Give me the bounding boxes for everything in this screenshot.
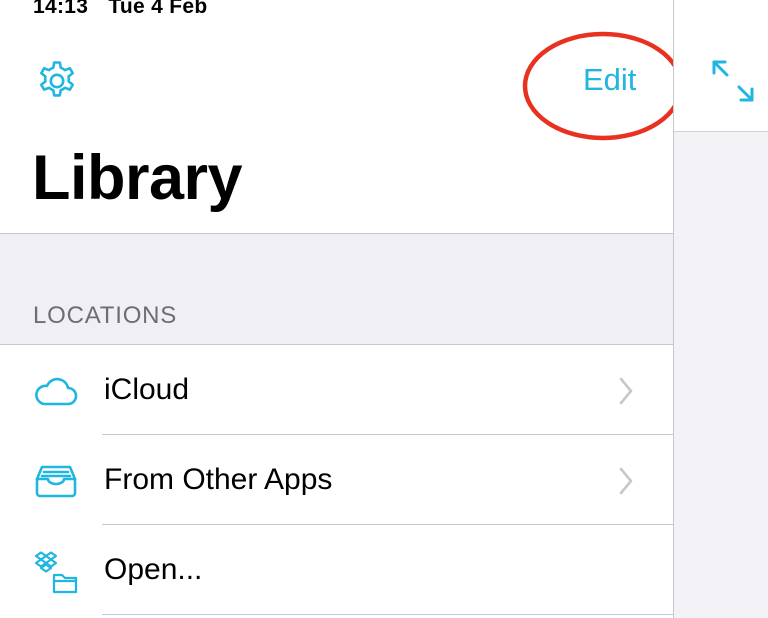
edit-button[interactable]: Edit [583, 62, 636, 98]
chevron-right-icon [619, 467, 633, 495]
settings-button[interactable] [34, 58, 80, 104]
expand-button[interactable] [710, 58, 756, 104]
list-item-open[interactable]: Open... [0, 525, 673, 615]
section-header-locations: LOCATIONS [33, 302, 178, 329]
gear-icon [40, 61, 74, 97]
row-divider [102, 614, 673, 615]
list-item-label: Open... [104, 553, 203, 586]
library-sidebar: 14:13 Tue 4 Feb Edit Library LOCATIONS i… [0, 0, 673, 618]
dropbox-folder-icon [32, 547, 80, 595]
list-item-icloud[interactable]: iCloud [0, 345, 673, 435]
detail-nav-bar [674, 0, 768, 132]
list-item-from-other-apps[interactable]: From Other Apps [0, 435, 673, 525]
inbox-tray-icon [32, 457, 80, 505]
expand-arrows-icon [712, 60, 754, 102]
detail-pane [674, 0, 768, 618]
status-time: 14:13 [33, 0, 89, 18]
cloud-icon [32, 367, 80, 415]
chevron-right-icon [619, 377, 633, 405]
page-title: Library [32, 143, 243, 213]
status-date: Tue 4 Feb [108, 0, 208, 18]
list-item-label: From Other Apps [104, 463, 333, 496]
list-item-label: iCloud [104, 373, 190, 406]
status-bar: 14:13 Tue 4 Feb [33, 0, 222, 19]
